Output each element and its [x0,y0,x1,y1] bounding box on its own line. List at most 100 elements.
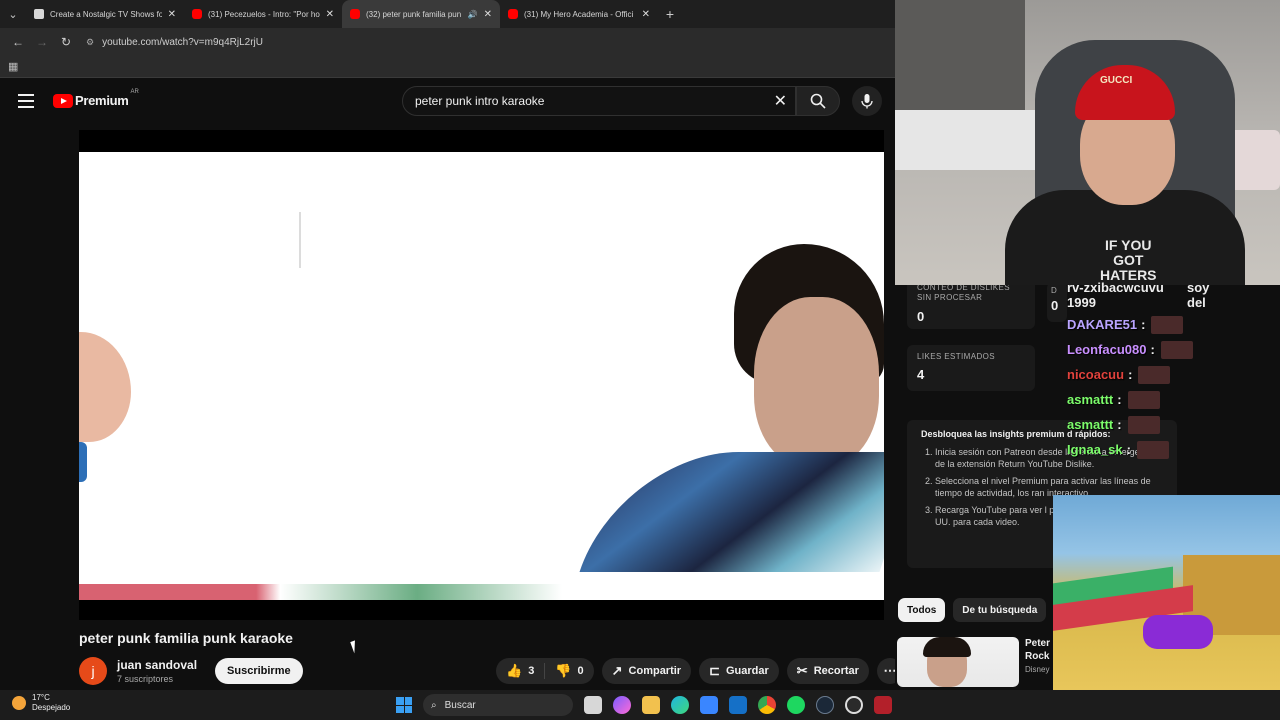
close-tab-icon[interactable]: ✕ [484,9,492,20]
close-tab-icon[interactable]: ✕ [642,9,650,20]
search-button[interactable] [796,86,840,116]
dislike-button[interactable]: 👎 0 [545,658,593,684]
youtube-header: Premium AR peter punk intro karaoke ✕ [0,79,895,125]
spotify-icon[interactable] [787,696,805,714]
speaker-icon[interactable]: 🔊 [468,10,478,19]
logo-country-code: AR [130,88,139,95]
related-video-title-line2[interactable]: Rock [1025,650,1050,663]
bookmarks-bar: ▦ [0,56,895,78]
weather-temp: 17°C [32,693,50,702]
related-video-item[interactable]: Peter Rock Disney [897,637,1050,687]
windows-start-icon[interactable] [396,697,412,713]
back-icon[interactable]: ← [6,35,30,49]
chat-partial-user: rv-zxibacwcuvu [1067,280,1164,295]
close-tab-icon[interactable]: ✕ [168,9,176,20]
chat-message: nicoacuu : [1067,362,1207,387]
tab-search-icon[interactable]: ⌄ [0,0,26,28]
video-frame [79,152,884,600]
side-stat-card: D 0 [1047,282,1067,322]
channel-avatar[interactable]: j [79,657,107,685]
browser-tab-strip: ⌄ Create a Nostalgic TV Shows fo ✕ (31) … [0,0,895,28]
weather-icon [12,696,26,710]
save-button[interactable]: ⊏ Guardar [699,658,779,684]
webcam-bed [895,110,1045,170]
video-person-shirt [579,452,884,572]
url-text: youtube.com/watch?v=m9q4RjL2rjU [102,36,263,48]
youtube-play-icon [53,93,73,108]
subscribe-button[interactable]: Suscribirme [215,658,303,684]
forward-icon[interactable]: → [30,35,54,49]
video-player[interactable] [79,130,884,620]
menu-icon[interactable] [18,94,34,108]
video-blue-shape [79,442,87,482]
browser-tab[interactable]: (31) Pecezuelos - Intro: "Por ho ✕ [184,0,342,28]
chat-message: asmattt : [1067,387,1207,412]
chip-all[interactable]: Todos [898,598,946,622]
related-video-title[interactable]: Peter [1025,637,1050,650]
thumbnail-hair [923,637,971,657]
chip-from-search[interactable]: De tu búsqueda [953,598,1047,622]
store-icon[interactable] [700,696,718,714]
search-input[interactable]: peter punk intro karaoke ✕ [402,86,796,116]
voice-search-button[interactable] [852,86,882,116]
outlook-icon[interactable] [729,696,747,714]
taskbar-search[interactable]: ⌕ Buscar [423,694,573,716]
tab-title: (31) Pecezuelos - Intro: "Por ho [208,9,320,19]
chat-emote-icon [1127,390,1160,409]
channel-name[interactable]: juan sandoval [117,658,197,672]
search-input-value: peter punk intro karaoke [415,94,545,108]
steam-icon[interactable] [816,696,834,714]
close-tab-icon[interactable]: ✕ [326,9,334,20]
chat-username: DAKARE51 [1067,317,1138,332]
chat-username: Ignaa_sk [1067,442,1123,457]
obs-icon[interactable] [845,696,863,714]
like-button[interactable]: 👍 3 [496,658,544,684]
side-stat-label: D [1051,286,1057,295]
mouse-cursor-icon [350,638,364,654]
tab-title: (32) peter punk familia pun [366,9,462,19]
stream-app-icon[interactable] [874,696,892,714]
related-video-thumbnail[interactable] [897,637,1019,687]
chat-separator: : [1141,317,1146,332]
reload-icon[interactable]: ↻ [54,35,78,49]
apps-grid-icon[interactable]: ▦ [8,60,18,73]
chrome-icon[interactable] [758,696,776,714]
chat-message: DAKARE51 : [1067,312,1207,337]
raw-dislikes-value: 0 [917,309,925,324]
thumbs-up-icon: 👍 [506,663,523,678]
youtube-premium-logo[interactable]: Premium AR [53,89,139,108]
clear-search-icon[interactable]: ✕ [774,91,787,111]
task-view-icon[interactable] [584,696,602,714]
gameplay-overlay [1053,495,1280,690]
thumbs-down-icon: 👎 [555,663,572,678]
url-field[interactable]: ⚙ youtube.com/watch?v=m9q4RjL2rjU [86,31,876,53]
edge-icon[interactable] [671,696,689,714]
bookmark-icon: ⊏ [709,663,720,678]
browser-tab[interactable]: Create a Nostalgic TV Shows fo ✕ [26,0,184,28]
like-count: 3 [528,665,535,677]
weather-widget[interactable]: 17°C Despejado [12,693,70,713]
site-info-icon[interactable]: ⚙ [86,37,94,48]
copilot-icon[interactable] [613,696,631,714]
video-title: peter punk familia punk karaoke [79,630,293,646]
browser-tab-active[interactable]: (32) peter punk familia pun 🔊 ✕ [342,0,500,28]
browser-tab[interactable]: (31) My Hero Academia - Offici ✕ [500,0,658,28]
raw-dislikes-label: CONTEO DE DISLIKES SIN PROCESAR [917,283,1010,302]
shirt-text-line: IF YOU [1105,237,1152,253]
share-icon: ↗ [611,663,623,678]
video-bottom-strip [79,584,884,600]
new-tab-icon[interactable]: + [658,6,682,22]
taskbar-search-placeholder: Buscar [444,699,476,711]
stream-chat-overlay: rv-zxibacwcuvu 1999 soy del DAKARE51 : L… [1067,280,1209,470]
channel-info: juan sandoval 7 suscriptores [117,658,197,684]
file-explorer-icon[interactable] [642,696,660,714]
related-video-channel: Disney [1025,665,1050,674]
clip-button[interactable]: ✂ Recortar [786,658,869,684]
estimated-likes-label: LIKES ESTIMADOS [917,352,996,361]
weather-condition: Despejado [32,703,71,712]
channel-owner-row: j juan sandoval 7 suscriptores Suscribir… [79,657,303,685]
video-person-face [754,297,879,467]
related-filter-chips: Todos De tu búsqueda [898,598,1047,622]
chat-separator: : [1126,442,1131,457]
share-button[interactable]: ↗ Compartir [601,658,692,684]
